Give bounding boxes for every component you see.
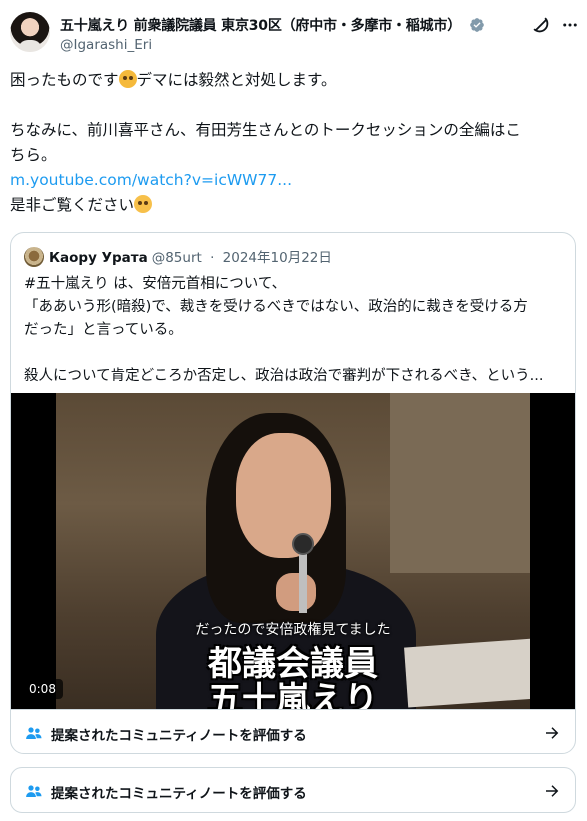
quote-line [24, 342, 564, 365]
verified-badge-icon [469, 17, 485, 37]
author-name[interactable]: 五十嵐えり 前衆議院議員 東京30区（府中市・多摩市・稲城市） [60, 18, 461, 34]
people-icon [26, 785, 42, 797]
rate-community-note-label: 提案されたコミュニティノートを評価する [51, 728, 307, 744]
quote-line: 殺人について肯定どころか否定し、政治は政治で審判が下されるべき、という... [24, 368, 544, 384]
quote-text: #五十嵐えり は、安倍元首相について、 「ああいう形(暗殺)で、裁きを受けるべき… [24, 273, 564, 388]
arrow-right-icon [546, 785, 559, 797]
pleading-face-icon [118, 70, 137, 88]
tweet-line: ちら。 [10, 146, 57, 164]
author-name-row[interactable]: 五十嵐えり 前衆議院議員 東京30区（府中市・多摩市・稲城市） [60, 15, 485, 37]
quote-line: だった」と言っている。 [24, 322, 183, 338]
video-caption-title: 都議会議員 [208, 644, 378, 684]
author-avatar[interactable] [10, 12, 50, 52]
quoted-tweet[interactable]: Каору Урата @85urt · 2024年10月22日 #五十嵐えり は… [10, 232, 576, 754]
tweet-text: 困ったものです デマには毅然と対処します。 ちなみに、前川喜平さん、有田芳生さんと… [10, 68, 577, 218]
quote-author-name[interactable]: Каору Урата [49, 250, 148, 266]
tweet-line: 困ったものです デマには毅然と対処します。 [10, 70, 337, 89]
tweet-header: 五十嵐えり 前衆議院議員 東京30区（府中市・多摩市・稲城市） @Igarash… [10, 10, 577, 58]
rate-community-note-label: 提案されたコミュニティノートを評価する [51, 786, 307, 802]
arrow-right-icon [546, 727, 559, 739]
video-caption-name: 五十嵐えり [208, 680, 378, 709]
video-player[interactable]: だったので安倍政権見てました 都議会議員 五十嵐えり 0:08 [11, 393, 575, 709]
people-icon [26, 727, 42, 739]
quote-line: 「ああいう形(暗殺)で、裁きを受けるべきではない、政治的に裁きを受ける方 [24, 299, 528, 315]
quote-author-avatar[interactable] [24, 247, 44, 267]
more-icon[interactable] [561, 16, 579, 34]
rate-community-note-button[interactable]: 提案されたコミュニティノートを評価する [11, 709, 575, 753]
tweet-line: 是非ご覧ください [10, 193, 577, 218]
rate-community-note-card[interactable]: 提案されたコミュニティノートを評価する [10, 767, 576, 813]
video-subtitle: だったので安倍政権見てました [195, 622, 391, 638]
quote-author-handle[interactable]: @85urt [152, 250, 202, 266]
quote-header: Каору Урата @85urt · 2024年10月22日 [24, 246, 332, 267]
tweet-line: ちなみに、前川喜平さん、有田芳生さんとのトークセッションの全編はこ [10, 121, 521, 139]
grok-icon[interactable] [530, 14, 552, 36]
video-timestamp: 0:08 [22, 679, 63, 699]
quote-line: #五十嵐えり は、安倍元首相について、 [24, 276, 287, 292]
youtube-link[interactable]: m.youtube.com/watch?v=icWW77... [10, 171, 292, 189]
smiling-face-icon [134, 195, 153, 213]
quote-date[interactable]: 2024年10月22日 [223, 250, 332, 266]
rate-community-note-button[interactable]: 提案されたコミュニティノートを評価する [11, 768, 575, 814]
author-handle[interactable]: @Igarashi_Eri [60, 37, 152, 53]
